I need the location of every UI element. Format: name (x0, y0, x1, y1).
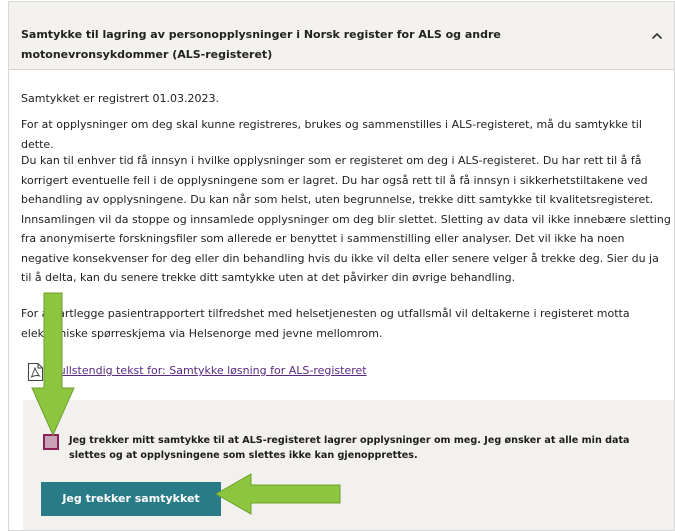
arrow-left-icon (215, 473, 341, 515)
registration-status: Samtykket er registrert 01.03.2023. (21, 92, 219, 105)
survey-paragraph: For å kartlegge pasientrapportert tilfre… (21, 307, 630, 340)
chevron-up-icon[interactable] (650, 29, 664, 43)
full-text-link[interactable]: Fullstendig tekst for: Samtykke løsning … (53, 364, 367, 377)
withdraw-section: Jeg trekker mitt samtykke til at ALS-reg… (23, 400, 674, 530)
withdraw-checkbox-label[interactable]: Jeg trekker mitt samtykke til at ALS-reg… (69, 433, 665, 463)
accordion-header[interactable]: Samtykke til lagring av personopplysning… (9, 2, 674, 70)
consent-panel: Samtykke til lagring av personopplysning… (8, 1, 675, 531)
accordion-title: Samtykke til lagring av personopplysning… (21, 28, 501, 61)
withdraw-consent-button[interactable]: Jeg trekker samtykket (41, 482, 221, 516)
consent-intro: For at opplysninger om deg skal kunne re… (21, 118, 642, 151)
arrow-down-icon (31, 292, 75, 436)
withdraw-checkbox[interactable] (43, 434, 59, 450)
rights-paragraph: Du kan til enhver tid få innsyn i hvilke… (21, 154, 671, 284)
